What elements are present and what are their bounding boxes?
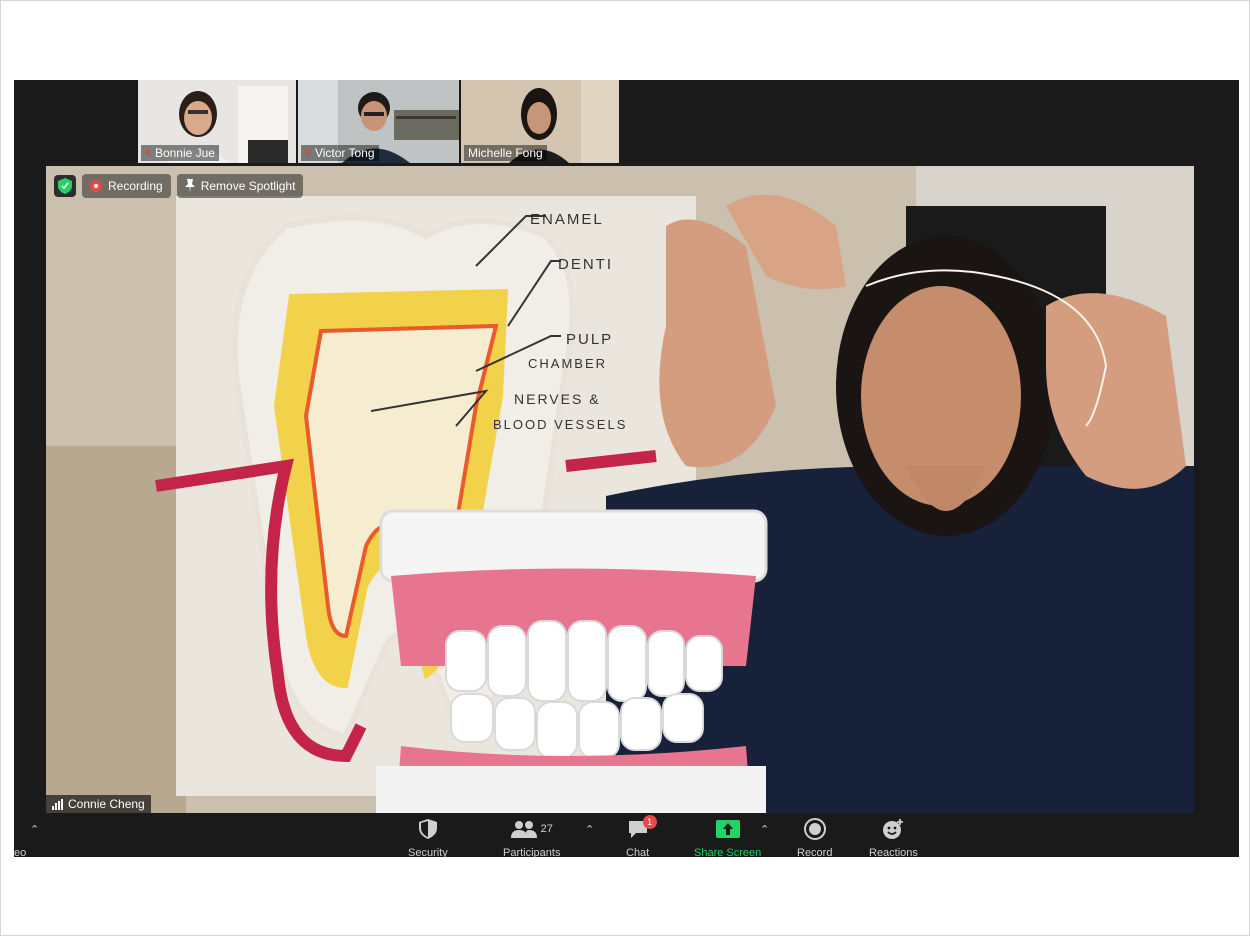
screenshot-frame: 🔇︎ Bonnie Jue 🔇︎ Victor Tong Michelle Fo… xyxy=(0,0,1250,936)
spotlight-video: ENAMEL DENTI PULP CHAMBER NERVES & BLOOD… xyxy=(46,166,1194,813)
video-button-label[interactable]: eo xyxy=(14,847,26,857)
share-screen-button[interactable]: Share Screen xyxy=(694,817,761,857)
active-speaker-label: Connie Cheng xyxy=(46,795,151,813)
participant-tile-bonnie[interactable]: 🔇︎ Bonnie Jue xyxy=(138,80,296,163)
participant-tile-victor[interactable]: 🔇︎ Victor Tong xyxy=(298,80,459,163)
meeting-overlay-bar: Recording Remove Spotlight xyxy=(54,174,304,198)
label-chamber: CHAMBER xyxy=(528,356,607,371)
reactions-smiley-icon xyxy=(883,819,904,839)
security-button[interactable]: Security xyxy=(408,817,448,857)
participant-tile-michelle[interactable]: Michelle Fong xyxy=(461,80,619,163)
reactions-button[interactable]: Reactions xyxy=(869,817,918,857)
participants-count: 27 xyxy=(540,823,553,835)
chat-button[interactable]: 1 Chat xyxy=(626,815,657,857)
label-dentin: DENTI xyxy=(558,256,613,273)
security-shield-icon[interactable] xyxy=(54,175,76,197)
recording-indicator[interactable]: Recording xyxy=(82,174,171,198)
shield-icon xyxy=(58,178,72,194)
mic-muted-icon: 🔇︎ xyxy=(145,146,152,159)
zoom-meeting-window: 🔇︎ Bonnie Jue 🔇︎ Victor Tong Michelle Fo… xyxy=(14,80,1239,857)
label-pulp: PULP xyxy=(566,331,613,348)
shield-icon xyxy=(418,819,437,839)
share-screen-icon xyxy=(715,820,740,838)
remove-spotlight-button[interactable]: Remove Spotlight xyxy=(176,174,304,198)
mic-muted-icon: 🔇︎ xyxy=(305,146,312,159)
label-vessels: BLOOD VESSELS xyxy=(493,417,627,432)
label-nerves: NERVES & xyxy=(514,391,601,407)
label-enamel: ENAMEL xyxy=(530,211,604,228)
participant-name-label: 🔇︎ Victor Tong xyxy=(301,145,379,161)
signal-strength-icon xyxy=(52,798,63,810)
pin-icon xyxy=(184,179,195,193)
participants-options-caret-icon[interactable]: ⌃ xyxy=(585,823,594,836)
record-icon xyxy=(803,818,826,840)
participants-button[interactable]: 27 Participants xyxy=(503,817,560,857)
video-options-caret-icon[interactable]: ⌃ xyxy=(30,823,39,836)
participants-icon xyxy=(510,821,537,838)
chat-unread-badge: 1 xyxy=(642,815,657,829)
video-frame: ENAMEL DENTI PULP CHAMBER NERVES & BLOOD… xyxy=(46,166,1194,813)
meeting-toolbar: ⌃ eo Security 27 Participants ⌃ 1 Chat S… xyxy=(14,813,1239,857)
participant-name-label: 🔇︎ Bonnie Jue xyxy=(141,145,219,161)
participant-name-label: Michelle Fong xyxy=(464,145,547,161)
share-options-caret-icon[interactable]: ⌃ xyxy=(760,823,769,836)
recording-dot-icon xyxy=(90,180,102,192)
record-button[interactable]: Record xyxy=(797,817,832,857)
